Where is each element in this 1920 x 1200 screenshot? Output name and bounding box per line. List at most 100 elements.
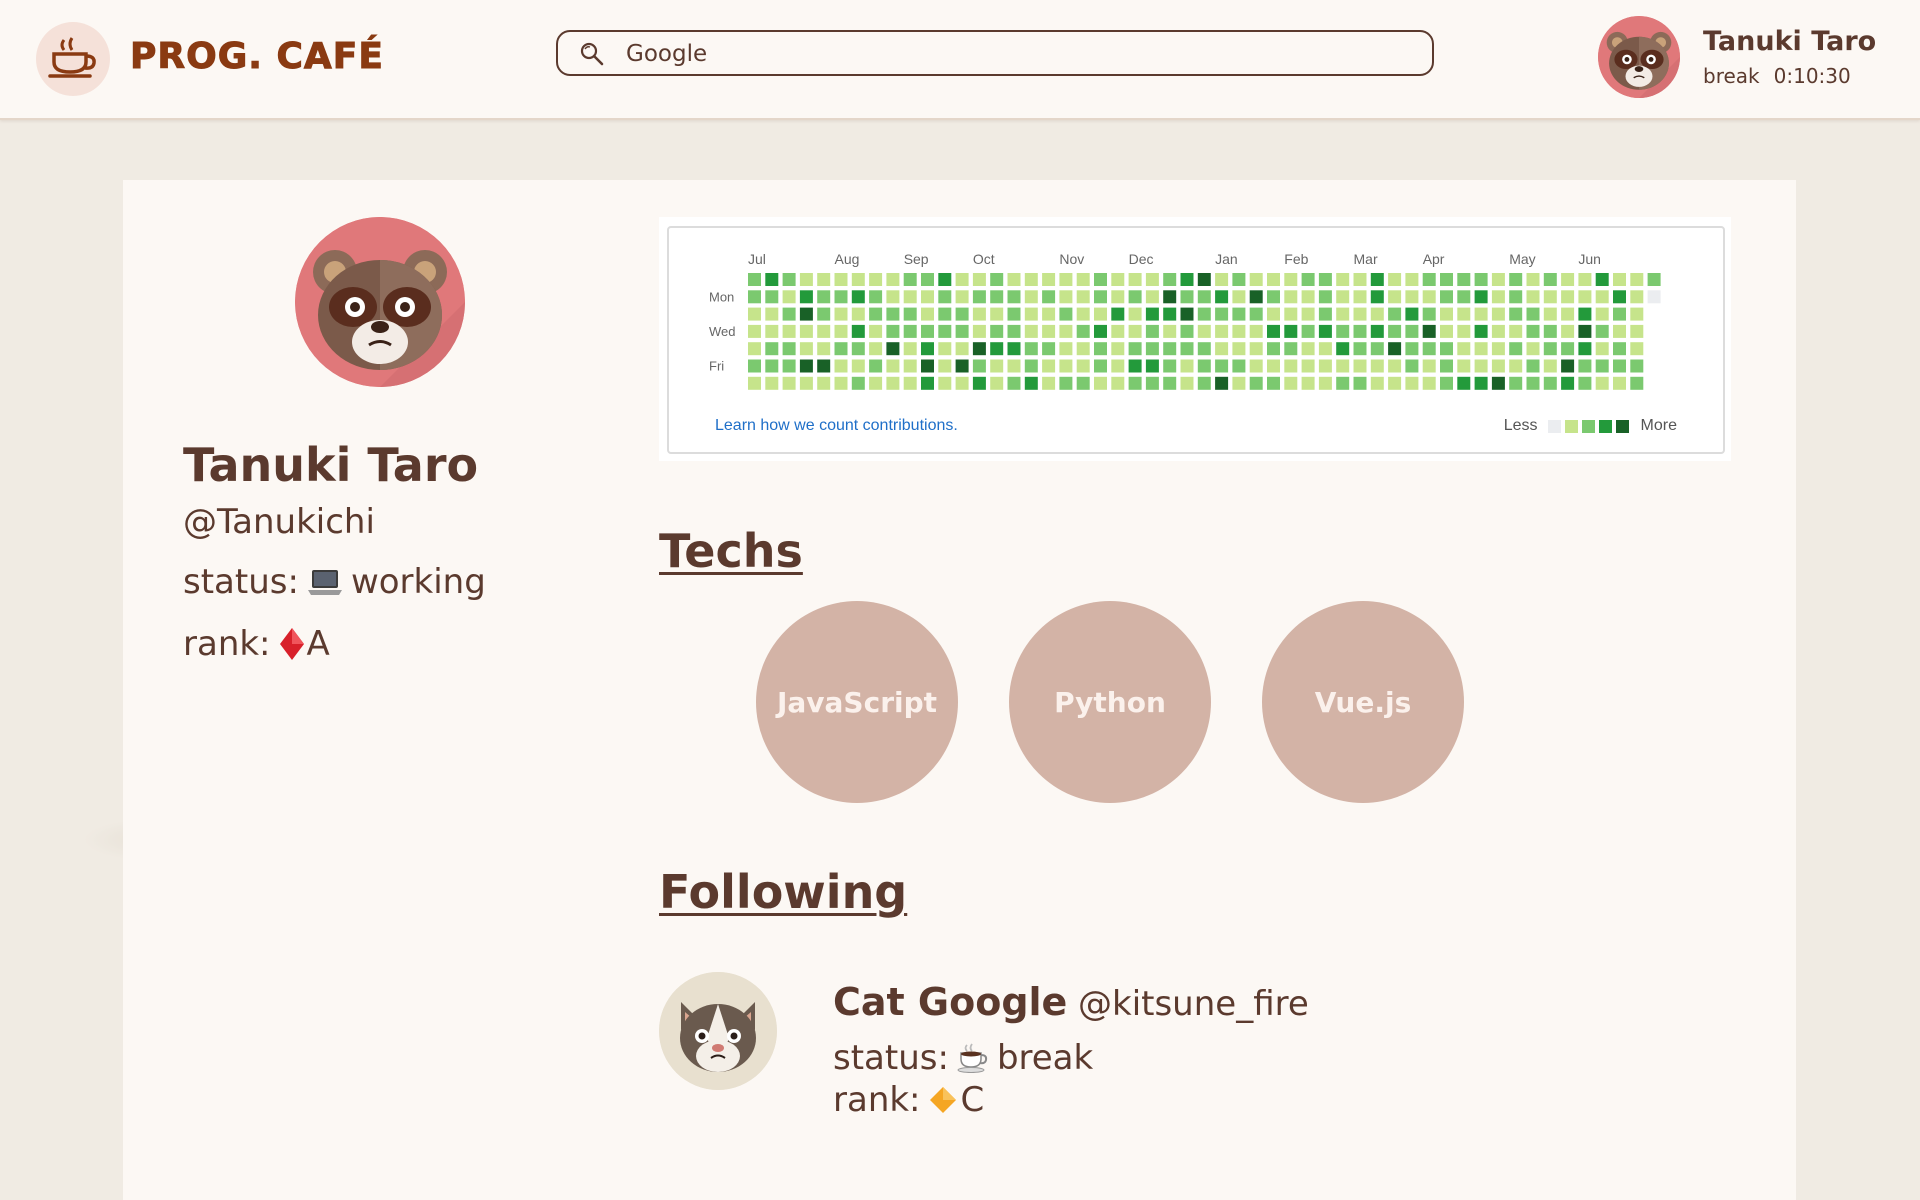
contribution-day-cell[interactable] [886, 273, 900, 286]
contribution-day-cell[interactable] [1267, 290, 1280, 304]
contribution-day-cell[interactable] [1197, 324, 1211, 338]
contribution-day-cell[interactable] [1405, 342, 1419, 356]
contribution-day-cell[interactable] [1440, 273, 1453, 286]
contribution-day-cell[interactable] [851, 324, 865, 338]
contribution-day-cell[interactable] [748, 376, 761, 390]
contribution-day-cell[interactable] [1267, 359, 1280, 373]
contribution-day-cell[interactable] [921, 342, 934, 356]
contribution-day-cell[interactable] [765, 359, 779, 373]
contribution-day-cell[interactable] [1232, 342, 1246, 356]
contribution-day-cell[interactable] [886, 307, 900, 321]
contribution-day-cell[interactable] [817, 290, 831, 304]
contribution-day-cell[interactable] [834, 273, 848, 286]
contribution-day-cell[interactable] [817, 307, 831, 321]
contribution-day-cell[interactable] [1370, 273, 1384, 286]
contribution-day-cell[interactable] [1111, 273, 1125, 286]
following-name[interactable]: Cat Google [833, 980, 1067, 1024]
contribution-day-cell[interactable] [921, 324, 934, 338]
contribution-day-cell[interactable] [799, 307, 813, 321]
contribution-day-cell[interactable] [1042, 307, 1056, 321]
contribution-day-cell[interactable] [1595, 307, 1609, 321]
contribution-day-cell[interactable] [1267, 273, 1280, 286]
contribution-day-cell[interactable] [1007, 342, 1021, 356]
contribution-day-cell[interactable] [765, 376, 779, 390]
contribution-day-cell[interactable] [1388, 376, 1402, 390]
search-input[interactable] [624, 38, 1408, 70]
contribution-day-cell[interactable] [1128, 376, 1142, 390]
contribution-day-cell[interactable] [1543, 307, 1557, 321]
contribution-day-cell[interactable] [1405, 307, 1419, 321]
contribution-day-cell[interactable] [1630, 324, 1644, 338]
contribution-day-cell[interactable] [1578, 307, 1592, 321]
contribution-day-cell[interactable] [1613, 359, 1626, 373]
contribution-day-cell[interactable] [869, 307, 883, 321]
contribution-day-cell[interactable] [972, 290, 986, 304]
contribution-day-cell[interactable] [1145, 324, 1159, 338]
contribution-day-cell[interactable] [748, 290, 761, 304]
contribution-day-cell[interactable] [1128, 359, 1142, 373]
contribution-day-cell[interactable] [903, 290, 917, 304]
contribution-day-cell[interactable] [748, 307, 761, 321]
contribution-day-cell[interactable] [1128, 273, 1142, 286]
contribution-day-cell[interactable] [799, 273, 813, 286]
contribution-day-cell[interactable] [1353, 273, 1367, 286]
contribution-day-cell[interactable] [1405, 290, 1419, 304]
contribution-day-cell[interactable] [1318, 342, 1332, 356]
contribution-day-cell[interactable] [1370, 342, 1384, 356]
contribution-day-cell[interactable] [1024, 342, 1038, 356]
contribution-day-cell[interactable] [1042, 290, 1056, 304]
contribution-day-cell[interactable] [1422, 307, 1436, 321]
contribution-day-cell[interactable] [1145, 307, 1159, 321]
contribution-day-cell[interactable] [1440, 376, 1453, 390]
contribution-day-cell[interactable] [1284, 376, 1298, 390]
contribution-day-cell[interactable] [1197, 359, 1211, 373]
contribution-day-cell[interactable] [1336, 324, 1350, 338]
contribution-day-cell[interactable] [1318, 273, 1332, 286]
contribution-day-cell[interactable] [886, 342, 900, 356]
contribution-day-cell[interactable] [1301, 324, 1315, 338]
contribution-day-cell[interactable] [1630, 376, 1644, 390]
contribution-day-cell[interactable] [990, 273, 1004, 286]
contribution-day-cell[interactable] [1457, 342, 1471, 356]
contribution-day-cell[interactable] [903, 376, 917, 390]
contribution-day-cell[interactable] [972, 359, 986, 373]
contribution-day-cell[interactable] [1024, 273, 1038, 286]
contribution-day-cell[interactable] [1353, 324, 1367, 338]
contribution-day-cell[interactable] [1128, 342, 1142, 356]
contribution-day-cell[interactable] [938, 342, 952, 356]
contribution-day-cell[interactable] [1249, 376, 1263, 390]
contribution-day-cell[interactable] [1543, 359, 1557, 373]
contribution-day-cell[interactable] [1232, 290, 1246, 304]
contribution-day-cell[interactable] [990, 307, 1004, 321]
contribution-day-cell[interactable] [1180, 376, 1194, 390]
contribution-day-cell[interactable] [1007, 324, 1021, 338]
contribution-day-cell[interactable] [1197, 376, 1211, 390]
contribution-day-cell[interactable] [1474, 273, 1488, 286]
contribution-day-cell[interactable] [1457, 273, 1471, 286]
contribution-day-cell[interactable] [955, 307, 969, 321]
contribution-day-cell[interactable] [1301, 376, 1315, 390]
contribution-day-cell[interactable] [1232, 307, 1246, 321]
contribution-day-cell[interactable] [1336, 290, 1350, 304]
contribution-day-cell[interactable] [1457, 376, 1471, 390]
contribution-day-cell[interactable] [1249, 307, 1263, 321]
contribution-day-cell[interactable] [1405, 376, 1419, 390]
contribution-day-cell[interactable] [1111, 290, 1125, 304]
contribution-day-cell[interactable] [990, 342, 1004, 356]
contribution-day-cell[interactable] [1094, 273, 1107, 286]
contribution-day-cell[interactable] [1042, 342, 1056, 356]
contribution-day-cell[interactable] [1215, 273, 1229, 286]
contribution-day-cell[interactable] [1388, 290, 1402, 304]
contribution-day-cell[interactable] [1526, 307, 1540, 321]
contribution-day-cell[interactable] [782, 273, 796, 286]
contribution-day-cell[interactable] [886, 290, 900, 304]
contribution-day-cell[interactable] [1561, 290, 1575, 304]
contribution-day-cell[interactable] [1336, 307, 1350, 321]
contribution-day-cell[interactable] [1318, 376, 1332, 390]
contribution-day-cell[interactable] [834, 359, 848, 373]
contribution-day-cell[interactable] [1388, 273, 1402, 286]
contribution-day-cell[interactable] [782, 324, 796, 338]
tech-bubble-vuejs[interactable]: Vue.js [1262, 601, 1464, 803]
contribution-day-cell[interactable] [1284, 359, 1298, 373]
search-bar[interactable] [556, 30, 1434, 76]
